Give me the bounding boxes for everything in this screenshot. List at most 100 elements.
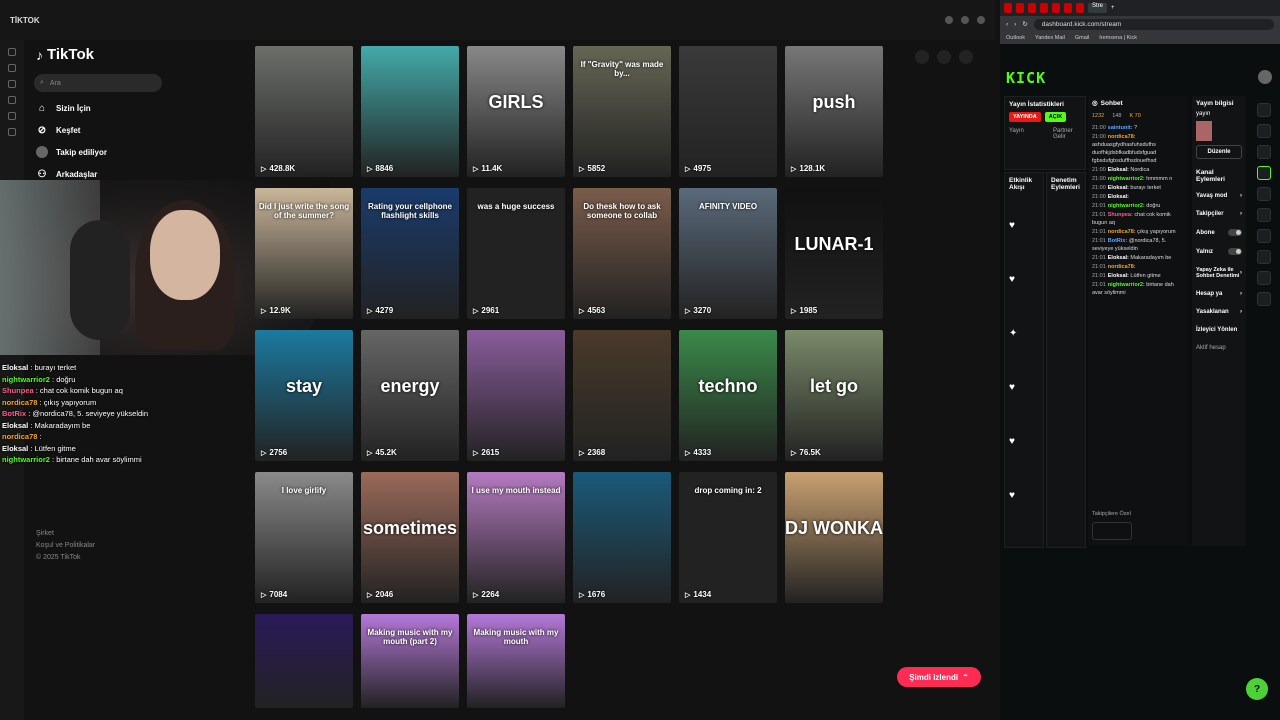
chat-username[interactable]: Eloksal:	[1108, 185, 1131, 191]
tab-youtube[interactable]	[1016, 3, 1024, 13]
video-tile[interactable]: AFINITY VIDEO ▷ 3270	[679, 188, 777, 319]
video-tile[interactable]: I use my mouth instead ▷ 2264	[467, 472, 565, 603]
strip-icon[interactable]	[8, 96, 16, 104]
chat-username[interactable]: Eloksal:	[1108, 273, 1131, 279]
video-tile[interactable]: ▷ 2615	[467, 330, 565, 461]
edit-button[interactable]: Düzenle	[1196, 145, 1242, 159]
video-tile[interactable]: was a huge success ▷ 2961	[467, 188, 565, 319]
action-banned[interactable]: Yasaklanan ›	[1192, 303, 1246, 321]
tab-youtube[interactable]	[1028, 3, 1036, 13]
tab-kick-stream[interactable]: Stre	[1088, 3, 1108, 13]
tiktok-logo[interactable]: ♪ TikTok	[36, 46, 94, 63]
url-field[interactable]: dashboard.kick.com/stream	[1033, 18, 1274, 30]
share-icon[interactable]	[1257, 292, 1271, 306]
new-tab-icon[interactable]: +	[1111, 5, 1115, 11]
video-tile[interactable]: Making music with my mouth	[467, 614, 565, 708]
chat-username[interactable]: nightwarrior2:	[1108, 176, 1147, 182]
tab-youtube[interactable]	[1052, 3, 1060, 13]
video-tile[interactable]: DJ WONKA	[785, 472, 883, 603]
close-icon[interactable]	[977, 16, 985, 24]
tab-youtube[interactable]	[1064, 3, 1072, 13]
video-tile[interactable]: energy ▷ 45.2K	[361, 330, 459, 461]
footer-terms[interactable]: Koşul ve Politikalar	[36, 540, 95, 552]
video-tile[interactable]: I love girlify ▷ 7084	[255, 472, 353, 603]
chat-username[interactable]: Eloksal:	[1108, 194, 1129, 200]
video-tile[interactable]: ▷ 8846	[361, 46, 459, 177]
action-account[interactable]: Hesap ya ›	[1192, 285, 1246, 303]
action-slow-mode[interactable]: Yavaş mod ›	[1192, 187, 1246, 205]
chat-username[interactable]: nordica78:	[1108, 134, 1136, 140]
bookmark-yandex[interactable]: Yandex Mail	[1035, 35, 1065, 41]
tablet-icon[interactable]	[1257, 187, 1271, 201]
nav-for-you[interactable]: ⌂ Sizin İçin	[36, 102, 91, 114]
settings-icon[interactable]	[915, 50, 929, 64]
video-tile[interactable]: Making music with my mouth (part 2)	[361, 614, 459, 708]
video-tile[interactable]: ▷ 428.8K	[255, 46, 353, 177]
video-tile[interactable]: If "Gravity" was made by... ▷ 5852	[573, 46, 671, 177]
video-tile[interactable]: Do thesk how to ask someone to collab ▷ 45…	[573, 188, 671, 319]
nav-explore[interactable]: ⊘ Keşfet	[36, 124, 81, 136]
chat-username[interactable]: BotRix:	[1108, 238, 1129, 244]
tab-youtube[interactable]	[1004, 3, 1012, 13]
action-followers[interactable]: Takipçiler ›	[1192, 205, 1246, 223]
video-tile[interactable]: let go ▷ 76.5K	[785, 330, 883, 461]
forward-icon[interactable]: ›	[1014, 21, 1016, 28]
strip-icon[interactable]	[8, 48, 16, 56]
video-tile[interactable]: LUNAR-1 ▷ 1985	[785, 188, 883, 319]
lightning-icon[interactable]	[1257, 166, 1271, 180]
video-tile[interactable]: ▷ 2368	[573, 330, 671, 461]
phone-icon[interactable]	[1257, 250, 1271, 264]
strip-icon[interactable]	[8, 128, 16, 136]
bookmark-gmail[interactable]: Gmail	[1075, 35, 1089, 41]
chat-username[interactable]: nightwarrior2:	[1108, 282, 1147, 288]
video-tile[interactable]: ▷ 4975	[679, 46, 777, 177]
strip-icon[interactable]	[8, 80, 16, 88]
video-tile[interactable]: push ▷ 128.1K	[785, 46, 883, 177]
chat-username[interactable]: Eloksal:	[1108, 255, 1131, 261]
action-only[interactable]: Yalnız	[1192, 242, 1246, 261]
video-tile[interactable]: ▷ 1676	[573, 472, 671, 603]
strip-icon[interactable]	[8, 64, 16, 72]
video-tile[interactable]: Did I just write the song of the summer?…	[255, 188, 353, 319]
chat-username[interactable]: Shunpea:	[1108, 212, 1135, 218]
tab-youtube[interactable]	[1076, 3, 1084, 13]
edit-icon[interactable]	[1257, 124, 1271, 138]
video-tile[interactable]: techno ▷ 4333	[679, 330, 777, 461]
profile-avatar[interactable]	[959, 50, 973, 64]
subscriber-toggle[interactable]	[1228, 229, 1242, 236]
back-icon[interactable]: ‹	[1006, 21, 1008, 28]
action-subscribers[interactable]: Abone	[1192, 223, 1246, 242]
now-watching-button[interactable]: Şimdi izlendi ⌃	[897, 667, 981, 687]
footer-company[interactable]: Şirket	[36, 528, 95, 540]
video-tile[interactable]: GIRLS ▷ 11.4K	[467, 46, 565, 177]
chat-username[interactable]: saintunit:	[1108, 125, 1134, 131]
bookmark-kick[interactable]: Iremxena | Kick	[1099, 35, 1137, 41]
broadcast-icon[interactable]	[1257, 229, 1271, 243]
help-button[interactable]: ?	[1246, 678, 1268, 700]
only-toggle[interactable]	[1228, 248, 1242, 255]
info-icon[interactable]	[1257, 103, 1271, 117]
maximize-icon[interactable]	[961, 16, 969, 24]
reload-icon[interactable]: ↻	[1022, 20, 1027, 28]
chat-username[interactable]: nordica78:	[1108, 229, 1137, 235]
nav-following[interactable]: Takip ediliyor	[36, 146, 107, 158]
wrench-icon[interactable]	[1257, 271, 1271, 285]
search-input[interactable]: ⌕ Ara	[34, 74, 162, 92]
chat-username[interactable]: Eloksal:	[1108, 167, 1131, 173]
kick-logo[interactable]: KICK	[1006, 69, 1046, 87]
nav-friends[interactable]: ⚇ Arkadaşlar	[36, 168, 98, 180]
chat-input[interactable]	[1092, 522, 1132, 540]
video-tile[interactable]	[255, 614, 353, 708]
tab-youtube[interactable]	[1040, 3, 1048, 13]
action-viewer-redirect[interactable]: İzleyici Yönlen	[1192, 321, 1246, 339]
dashboard-icon[interactable]	[1257, 145, 1271, 159]
action-ai-moderation[interactable]: Yapay Zeka ile Sohbet Denetimi ›	[1192, 261, 1246, 285]
chat-username[interactable]: nordica78:	[1108, 264, 1136, 270]
bookmark-outlook[interactable]: Outlook	[1006, 35, 1025, 41]
video-tile[interactable]: stay ▷ 2756	[255, 330, 353, 461]
chat-username[interactable]: nightwarrior2:	[1108, 203, 1147, 209]
video-tile[interactable]: sometimes ▷ 2046	[361, 472, 459, 603]
user-avatar[interactable]	[1258, 70, 1272, 84]
phone-icon[interactable]	[937, 50, 951, 64]
minimize-icon[interactable]	[945, 16, 953, 24]
